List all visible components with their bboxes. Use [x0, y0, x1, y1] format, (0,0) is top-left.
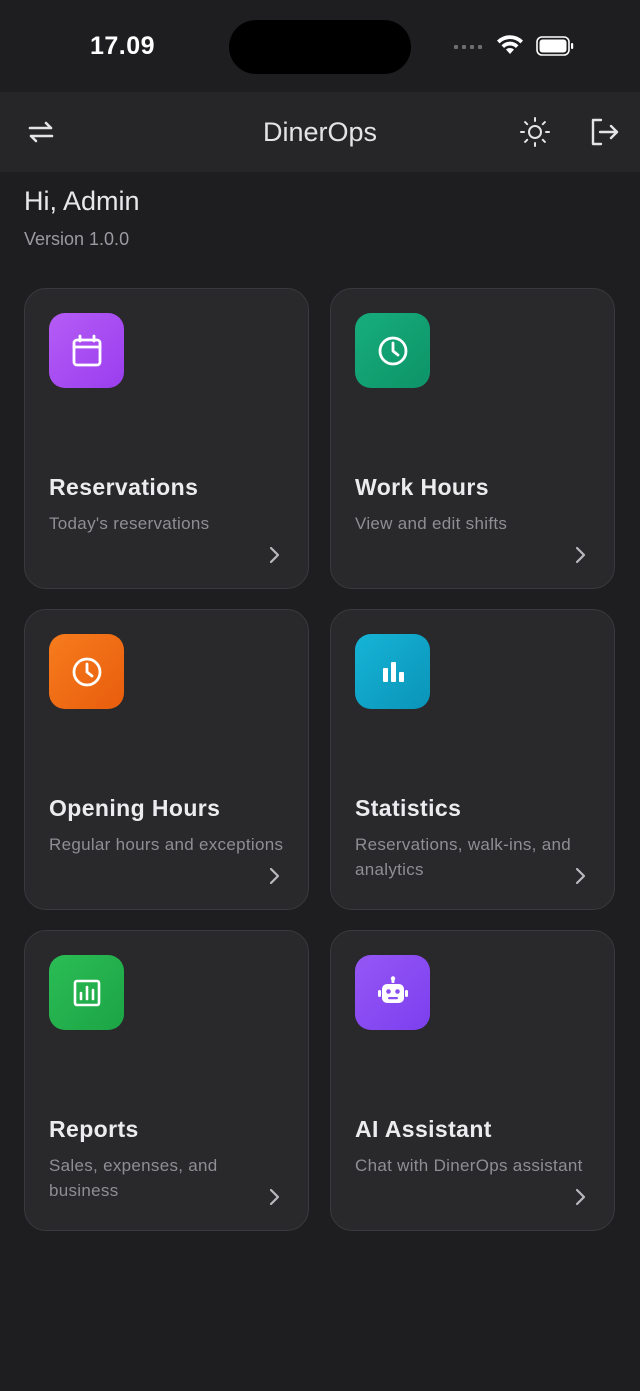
- status-bar: 17.09: [0, 0, 640, 92]
- sun-icon[interactable]: [519, 116, 551, 148]
- calendar-icon: [72, 334, 101, 366]
- chevron-right-icon: [269, 867, 280, 885]
- card-title: Work Hours: [355, 474, 489, 500]
- chevron-right-icon: [269, 546, 280, 564]
- status-time: 17.09: [90, 32, 156, 60]
- clock-icon: [378, 336, 407, 365]
- card-subtitle: Today's reservations: [49, 514, 210, 533]
- card-subtitle: View and edit shifts: [355, 514, 508, 533]
- battery-icon: [536, 36, 574, 56]
- card-title: Reservations: [49, 474, 199, 500]
- card-title: Reports: [49, 1116, 139, 1142]
- cellular-signal-icon: [454, 45, 482, 49]
- version-label: Version 1.0.0: [24, 229, 130, 249]
- work-hours-tile: [355, 313, 430, 388]
- reservations-tile: [49, 313, 124, 388]
- card-subtitle: Chat with DinerOps assistant: [355, 1156, 583, 1175]
- greeting-title: Hi, Admin: [24, 186, 140, 216]
- reports-card[interactable]: Reports Sales, expenses, and business: [24, 930, 309, 1231]
- app-header: DinerOps: [0, 92, 640, 172]
- chevron-right-icon: [269, 1188, 280, 1206]
- dynamic-island: [229, 20, 411, 74]
- chevron-right-icon: [575, 867, 586, 885]
- card-title: Statistics: [355, 795, 462, 821]
- chevron-right-icon: [575, 1188, 586, 1206]
- opening-hours-card[interactable]: Opening Hours Regular hours and exceptio…: [24, 609, 309, 910]
- work-hours-card[interactable]: Work Hours View and edit shifts: [330, 288, 615, 589]
- reports-tile: [49, 955, 124, 1030]
- bar-chart-icon: [382, 661, 404, 682]
- reservations-card[interactable]: Reservations Today's reservations: [24, 288, 309, 589]
- clock-icon: [72, 657, 101, 686]
- ai-assistant-tile: [355, 955, 430, 1030]
- logout-icon[interactable]: [588, 116, 620, 148]
- wifi-icon: [497, 35, 523, 54]
- card-title: AI Assistant: [355, 1116, 492, 1142]
- statistics-tile: [355, 634, 430, 709]
- chevron-right-icon: [575, 546, 586, 564]
- robot-icon: [377, 975, 408, 1003]
- card-subtitle: Reservations, walk-ins, and analytics: [355, 835, 571, 879]
- statistics-card[interactable]: Statistics Reservations, walk-ins, and a…: [330, 609, 615, 910]
- opening-hours-tile: [49, 634, 124, 709]
- card-subtitle: Sales, expenses, and business: [49, 1156, 218, 1200]
- ai-assistant-card[interactable]: AI Assistant Chat with DinerOps assistan…: [330, 930, 615, 1231]
- card-subtitle: Regular hours and exceptions: [49, 835, 284, 854]
- card-title: Opening Hours: [49, 795, 221, 821]
- report-icon: [73, 979, 100, 1006]
